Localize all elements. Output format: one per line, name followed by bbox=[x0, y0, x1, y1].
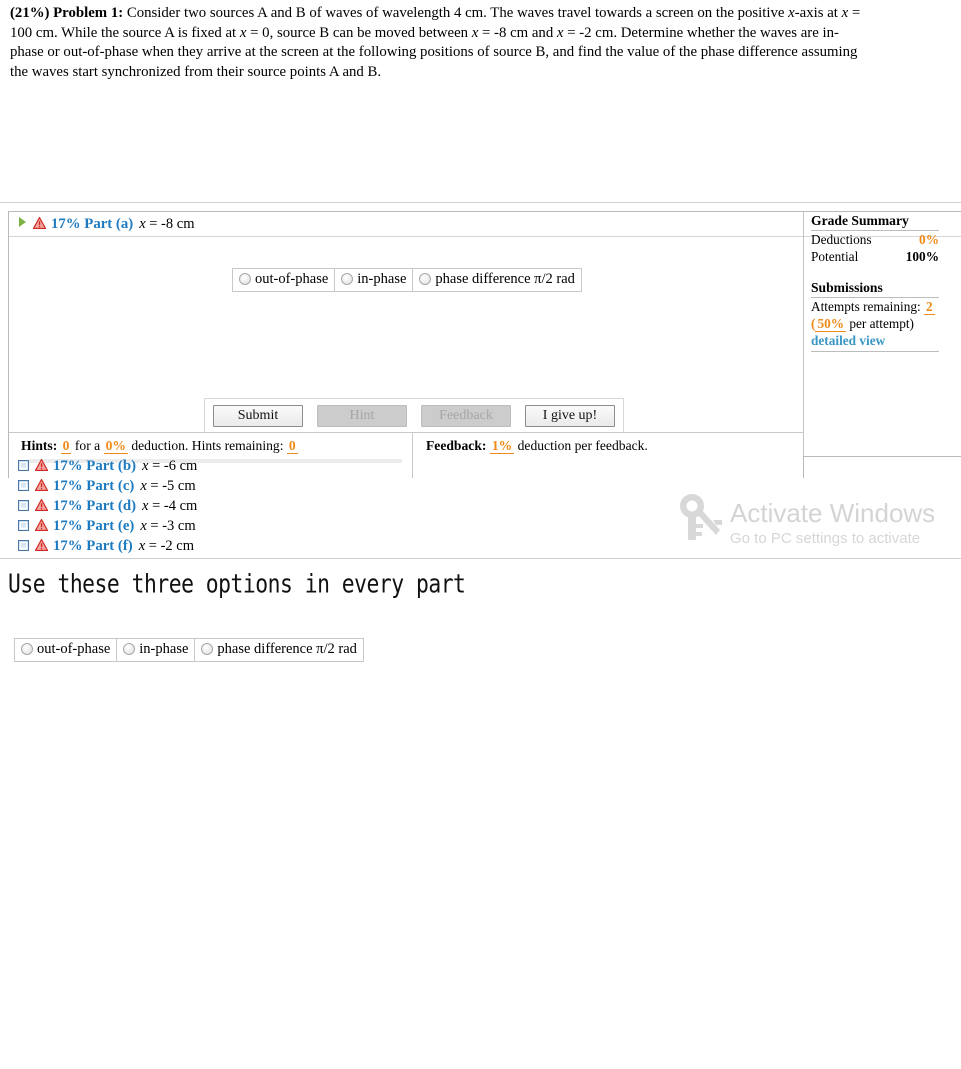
problem-text-2: -axis at bbox=[795, 5, 842, 21]
hints-label: Hints: bbox=[21, 438, 57, 453]
annotated-answer-radio-group: out-of-phase in-phase phase difference π/2… bbox=[14, 638, 364, 662]
expand-square-icon[interactable] bbox=[18, 460, 29, 471]
attempts-remaining-row: Attempts remaining: 2 bbox=[811, 298, 961, 315]
radio-option-in-phase-bottom[interactable]: in-phase bbox=[117, 639, 195, 661]
grade-row-deductions: Deductions 0% bbox=[811, 231, 939, 248]
radio-circle-icon[interactable] bbox=[21, 643, 33, 655]
part-a-x-value: = -8 cm bbox=[146, 216, 195, 232]
radio-label-phase-difference: phase difference π/2 rad bbox=[435, 271, 575, 287]
radio-option-in-phase[interactable]: in-phase bbox=[335, 269, 413, 291]
part-f-percent-label: 17% Part (f) bbox=[53, 538, 133, 554]
warning-triangle-icon bbox=[35, 457, 48, 469]
radio-label-out-of-phase-bottom: out-of-phase bbox=[37, 641, 110, 657]
radio-circle-icon[interactable] bbox=[201, 643, 213, 655]
part-row-c[interactable]: 17% Part (c) x = -5 cm bbox=[0, 476, 961, 496]
feedback-deduction-percent: 1% bbox=[490, 438, 514, 454]
section-divider bbox=[0, 202, 961, 203]
expand-square-icon[interactable] bbox=[18, 520, 29, 531]
part-a-percent-label: 17% Part (a) bbox=[51, 216, 133, 232]
action-button-bar: Submit Hint Feedback I give up! bbox=[204, 398, 624, 432]
radio-label-phase-difference-bottom: phase difference π/2 rad bbox=[217, 641, 357, 657]
problem-statement: (21%) Problem 1: Consider two sources A … bbox=[0, 0, 880, 82]
radio-label-out-of-phase: out-of-phase bbox=[255, 271, 328, 287]
hints-deduction-text: deduction. Hints remaining: bbox=[128, 438, 287, 453]
part-row-b[interactable]: 17% Part (b) x = -6 cm bbox=[0, 456, 961, 476]
part-c-x-value: = -5 cm bbox=[147, 478, 196, 494]
problem-text-5: = -8 cm and bbox=[478, 25, 557, 41]
expand-square-icon[interactable] bbox=[18, 500, 29, 511]
part-e-percent-label: 17% Part (e) bbox=[53, 518, 134, 534]
hints-for-a-text: for a bbox=[71, 438, 103, 453]
part-d-x-value: = -4 cm bbox=[148, 498, 197, 514]
warning-triangle-icon bbox=[35, 497, 48, 509]
part-row-e[interactable]: 17% Part (e) x = -3 cm bbox=[0, 516, 961, 536]
i-give-up-button[interactable]: I give up! bbox=[525, 405, 615, 427]
part-b-x-value: = -6 cm bbox=[148, 458, 197, 474]
radio-label-in-phase: in-phase bbox=[357, 271, 406, 287]
grade-summary-title: Grade Summary bbox=[811, 212, 939, 231]
grade-panel-left-border bbox=[803, 212, 804, 457]
deductions-value: 0% bbox=[919, 231, 939, 248]
part-e-x-value: = -3 cm bbox=[147, 518, 196, 534]
warning-triangle-icon bbox=[35, 477, 48, 489]
per-attempt-row: (50% per attempt) bbox=[811, 315, 961, 332]
grade-summary-panel: Grade Summary Deductions 0% Potential 10… bbox=[811, 212, 961, 352]
radio-label-in-phase-bottom: in-phase bbox=[139, 641, 188, 657]
radio-option-phase-difference[interactable]: phase difference π/2 rad bbox=[413, 269, 581, 291]
hints-deduction-percent: 0% bbox=[104, 438, 128, 454]
play-triangle-icon[interactable] bbox=[19, 217, 26, 227]
attempts-remaining-label: Attempts remaining: bbox=[811, 299, 924, 314]
math-var-x: x bbox=[557, 25, 564, 41]
per-attempt-text: per attempt) bbox=[846, 316, 914, 331]
warning-triangle-icon bbox=[33, 213, 46, 225]
submissions-title: Submissions bbox=[811, 279, 939, 298]
warning-triangle-icon bbox=[35, 517, 48, 529]
submit-button[interactable]: Submit bbox=[213, 405, 303, 427]
part-row-f[interactable]: 17% Part (f) x = -2 cm bbox=[0, 536, 961, 556]
detailed-view-link[interactable]: detailed view bbox=[811, 333, 885, 348]
problem-text-1: Consider two sources A and B of waves of… bbox=[123, 5, 788, 21]
part-d-percent-label: 17% Part (d) bbox=[53, 498, 136, 514]
answer-radio-group: out-of-phase in-phase phase difference π/2… bbox=[232, 268, 582, 292]
feedback-deduction-text: deduction per feedback. bbox=[514, 438, 648, 453]
part-b-percent-label: 17% Part (b) bbox=[53, 458, 136, 474]
part-a-answer-area: out-of-phase in-phase phase difference π/2… bbox=[9, 237, 804, 432]
collapsed-parts-list: 17% Part (b) x = -6 cm 17% Part (c) x = -5… bbox=[0, 456, 961, 556]
part-f-x-value: = -2 cm bbox=[145, 538, 194, 554]
radio-circle-icon[interactable] bbox=[419, 273, 431, 285]
part-row-d[interactable]: 17% Part (d) x = -4 cm bbox=[0, 496, 961, 516]
radio-option-out-of-phase[interactable]: out-of-phase bbox=[233, 269, 335, 291]
radio-circle-icon[interactable] bbox=[123, 643, 135, 655]
grade-row-potential: Potential 100% bbox=[811, 248, 939, 265]
user-annotation-text: Use these three options in every part bbox=[8, 570, 465, 600]
feedback-button[interactable]: Feedback bbox=[421, 405, 511, 427]
per-attempt-percent: 50% bbox=[815, 316, 846, 332]
expand-square-icon[interactable] bbox=[18, 540, 29, 551]
detailed-view-link-row[interactable]: detailed view bbox=[811, 332, 939, 352]
math-var-x: x bbox=[788, 5, 795, 21]
expand-square-icon[interactable] bbox=[18, 480, 29, 491]
feedback-label: Feedback: bbox=[426, 438, 486, 453]
bottom-divider bbox=[0, 558, 961, 559]
potential-value: 100% bbox=[906, 248, 939, 265]
part-c-percent-label: 17% Part (c) bbox=[53, 478, 134, 494]
warning-triangle-icon bbox=[35, 537, 48, 549]
radio-option-phase-difference-bottom[interactable]: phase difference π/2 rad bbox=[195, 639, 363, 661]
hint-button[interactable]: Hint bbox=[317, 405, 407, 427]
problem-number-label: (21%) Problem 1: bbox=[10, 5, 123, 21]
radio-circle-icon[interactable] bbox=[239, 273, 251, 285]
deductions-label: Deductions bbox=[811, 232, 872, 247]
radio-circle-icon[interactable] bbox=[341, 273, 353, 285]
problem-text-4: = 0, source B can be moved between bbox=[246, 25, 471, 41]
radio-option-out-of-phase-bottom[interactable]: out-of-phase bbox=[15, 639, 117, 661]
hints-remaining-value: 0 bbox=[287, 438, 298, 454]
hints-count-value: 0 bbox=[61, 438, 72, 454]
attempts-remaining-value: 2 bbox=[924, 299, 935, 315]
potential-label: Potential bbox=[811, 249, 858, 264]
